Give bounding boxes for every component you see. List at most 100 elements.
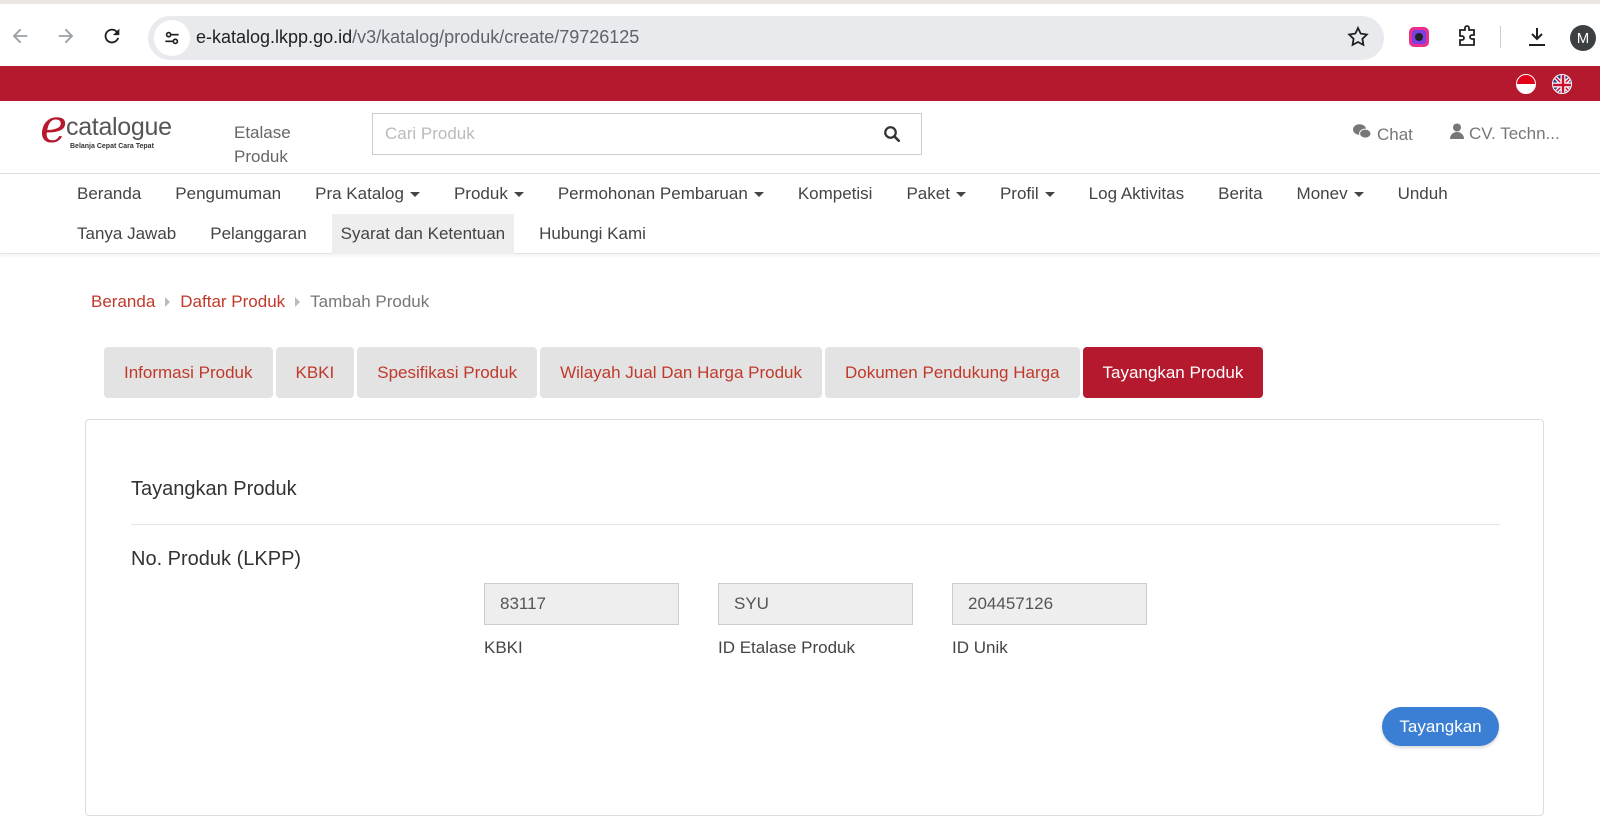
menu-profil[interactable]: Profil <box>983 174 1072 214</box>
menu-row-2: Tanya Jawab Pelanggaran Syarat dan Keten… <box>60 214 663 254</box>
no-produk-label: No. Produk (LKPP) <box>131 548 302 570</box>
etalase-id-field: ID Etalase Produk <box>718 583 913 657</box>
logo-word: catalogue <box>66 113 172 141</box>
extensions-puzzle-icon[interactable] <box>1454 24 1480 50</box>
main-menu: Beranda Pengumuman Pra Katalog Produk Pe… <box>0 174 1600 254</box>
caret-down-icon <box>513 191 524 197</box>
unik-id-input[interactable] <box>952 583 1147 625</box>
bookmark-star-icon[interactable] <box>1346 25 1370 54</box>
breadcrumb-daftar-produk[interactable]: Daftar Produk <box>180 292 285 312</box>
browser-toolbar: e-katalog.lkpp.go.id/v3/katalog/produk/c… <box>0 0 1600 66</box>
download-icon[interactable] <box>1524 24 1550 50</box>
url-host: e-katalog.lkpp.go.id <box>196 27 353 47</box>
menu-label: Pengumuman <box>175 184 282 203</box>
forward-icon[interactable] <box>52 22 80 50</box>
back-icon[interactable] <box>6 22 34 50</box>
profile-avatar[interactable]: M <box>1570 25 1596 51</box>
menu-row-1: Beranda Pengumuman Pra Katalog Produk Pe… <box>60 174 1465 214</box>
menu-label: Tanya Jawab <box>77 224 177 243</box>
menu-beranda[interactable]: Beranda <box>60 174 158 214</box>
indonesia-flag-icon[interactable] <box>1516 74 1536 94</box>
chat-icon <box>1352 123 1372 146</box>
chat-link[interactable]: Chat <box>1352 123 1413 146</box>
search-icon[interactable] <box>883 125 901 148</box>
unik-id-caption: ID Unik <box>952 638 1008 657</box>
unik-id-field: ID Unik <box>952 583 1147 657</box>
menu-unduh[interactable]: Unduh <box>1381 174 1465 214</box>
product-form-tabs: Informasi Produk KBKI Spesifikasi Produk… <box>104 347 1264 398</box>
menu-label: Profil <box>999 184 1039 203</box>
menu-label: Hubungi Kami <box>539 224 646 243</box>
menu-label: Unduh <box>1397 184 1448 203</box>
site-header: e catalogue Belanja Cepat Cara Tepat Eta… <box>0 99 1600 174</box>
menu-kompetisi[interactable]: Kompetisi <box>781 174 890 214</box>
url-path: /v3/katalog/produk/create/79726125 <box>352 27 640 47</box>
menu-label: Syarat dan Ketentuan <box>340 224 506 243</box>
user-label: CV. Techn... <box>1469 123 1560 143</box>
menu-label: Berita <box>1218 184 1263 203</box>
etalase-produk-link[interactable]: Etalase Produk <box>234 121 334 169</box>
chat-label: Chat <box>1377 124 1413 144</box>
menu-paket[interactable]: Paket <box>889 174 982 214</box>
caret-down-icon <box>409 191 420 197</box>
menu-label: Kompetisi <box>797 184 873 203</box>
menu-label: Paket <box>906 184 950 203</box>
reload-icon[interactable] <box>98 22 126 50</box>
tayangkan-panel: Tayangkan Produk No. Produk (LKPP) KBKI … <box>85 419 1544 816</box>
breadcrumb-separator-icon <box>165 297 171 307</box>
menu-produk[interactable]: Produk <box>437 174 541 214</box>
tab-informasi-produk[interactable]: Informasi Produk <box>104 347 273 398</box>
menu-label: Produk <box>453 184 508 203</box>
tab-dokumen-pendukung[interactable]: Dokumen Pendukung Harga <box>825 347 1080 398</box>
breadcrumb-current: Tambah Produk <box>310 292 430 311</box>
user-icon <box>1450 123 1464 144</box>
kbki-field: KBKI <box>484 583 679 657</box>
menu-label: Permohonan Pembaruan <box>557 184 748 203</box>
tab-tayangkan-produk[interactable]: Tayangkan Produk <box>1082 347 1264 398</box>
menu-label: Beranda <box>77 184 142 203</box>
etalase-id-input[interactable] <box>718 583 913 625</box>
caret-down-icon <box>955 191 966 197</box>
menu-log-aktivitas[interactable]: Log Aktivitas <box>1072 174 1201 214</box>
tab-spesifikasi-produk[interactable]: Spesifikasi Produk <box>357 347 538 398</box>
color-extension-icon[interactable] <box>1406 24 1432 50</box>
user-menu[interactable]: CV. Techn... <box>1450 123 1560 144</box>
menu-syarat-dan-ketentuan[interactable]: Syarat dan Ketentuan <box>331 214 515 254</box>
etalase-id-caption: ID Etalase Produk <box>718 638 856 657</box>
menu-pelanggaran[interactable]: Pelanggaran <box>193 214 323 254</box>
menu-label: Log Aktivitas <box>1088 184 1185 203</box>
kbki-caption: KBKI <box>484 638 523 657</box>
logo-tagline: Belanja Cepat Cara Tepat <box>70 143 154 150</box>
address-bar[interactable]: e-katalog.lkpp.go.id/v3/katalog/produk/c… <box>148 16 1384 60</box>
uk-flag-icon[interactable] <box>1552 74 1572 94</box>
menu-hubungi-kami[interactable]: Hubungi Kami <box>522 214 663 254</box>
panel-divider <box>131 524 1500 525</box>
url-text[interactable]: e-katalog.lkpp.go.id/v3/katalog/produk/c… <box>196 27 639 48</box>
toolbar-separator <box>1500 26 1501 48</box>
kbki-input[interactable] <box>484 583 679 625</box>
product-search <box>372 113 922 155</box>
tab-kbki[interactable]: KBKI <box>275 347 355 398</box>
tayangkan-button[interactable]: Tayangkan <box>1382 707 1499 746</box>
caret-down-icon <box>1353 191 1364 197</box>
menu-pengumuman[interactable]: Pengumuman <box>158 174 298 214</box>
caret-down-icon <box>1044 191 1055 197</box>
menu-label: Monev <box>1296 184 1348 203</box>
menu-tanya-jawab[interactable]: Tanya Jawab <box>60 214 193 254</box>
breadcrumb-beranda[interactable]: Beranda <box>91 292 155 312</box>
logo-e-letter: e <box>40 99 68 153</box>
menu-pra-katalog[interactable]: Pra Katalog <box>298 174 437 214</box>
top-language-strip <box>0 66 1600 101</box>
tab-wilayah-jual[interactable]: Wilayah Jual Dan Harga Produk <box>540 347 822 398</box>
ecatalogue-logo[interactable]: e catalogue Belanja Cepat Cara Tepat <box>40 99 180 153</box>
breadcrumb-separator-icon <box>295 297 301 307</box>
menu-label: Pelanggaran <box>210 224 307 243</box>
menu-berita[interactable]: Berita <box>1201 174 1279 214</box>
site-settings-icon[interactable] <box>154 20 190 56</box>
caret-down-icon <box>753 191 764 197</box>
panel-title: Tayangkan Produk <box>131 478 297 500</box>
menu-permohonan-pembaruan[interactable]: Permohonan Pembaruan <box>541 174 781 214</box>
menu-label: Pra Katalog <box>315 184 404 203</box>
menu-monev[interactable]: Monev <box>1280 174 1381 214</box>
search-input[interactable] <box>373 114 853 154</box>
